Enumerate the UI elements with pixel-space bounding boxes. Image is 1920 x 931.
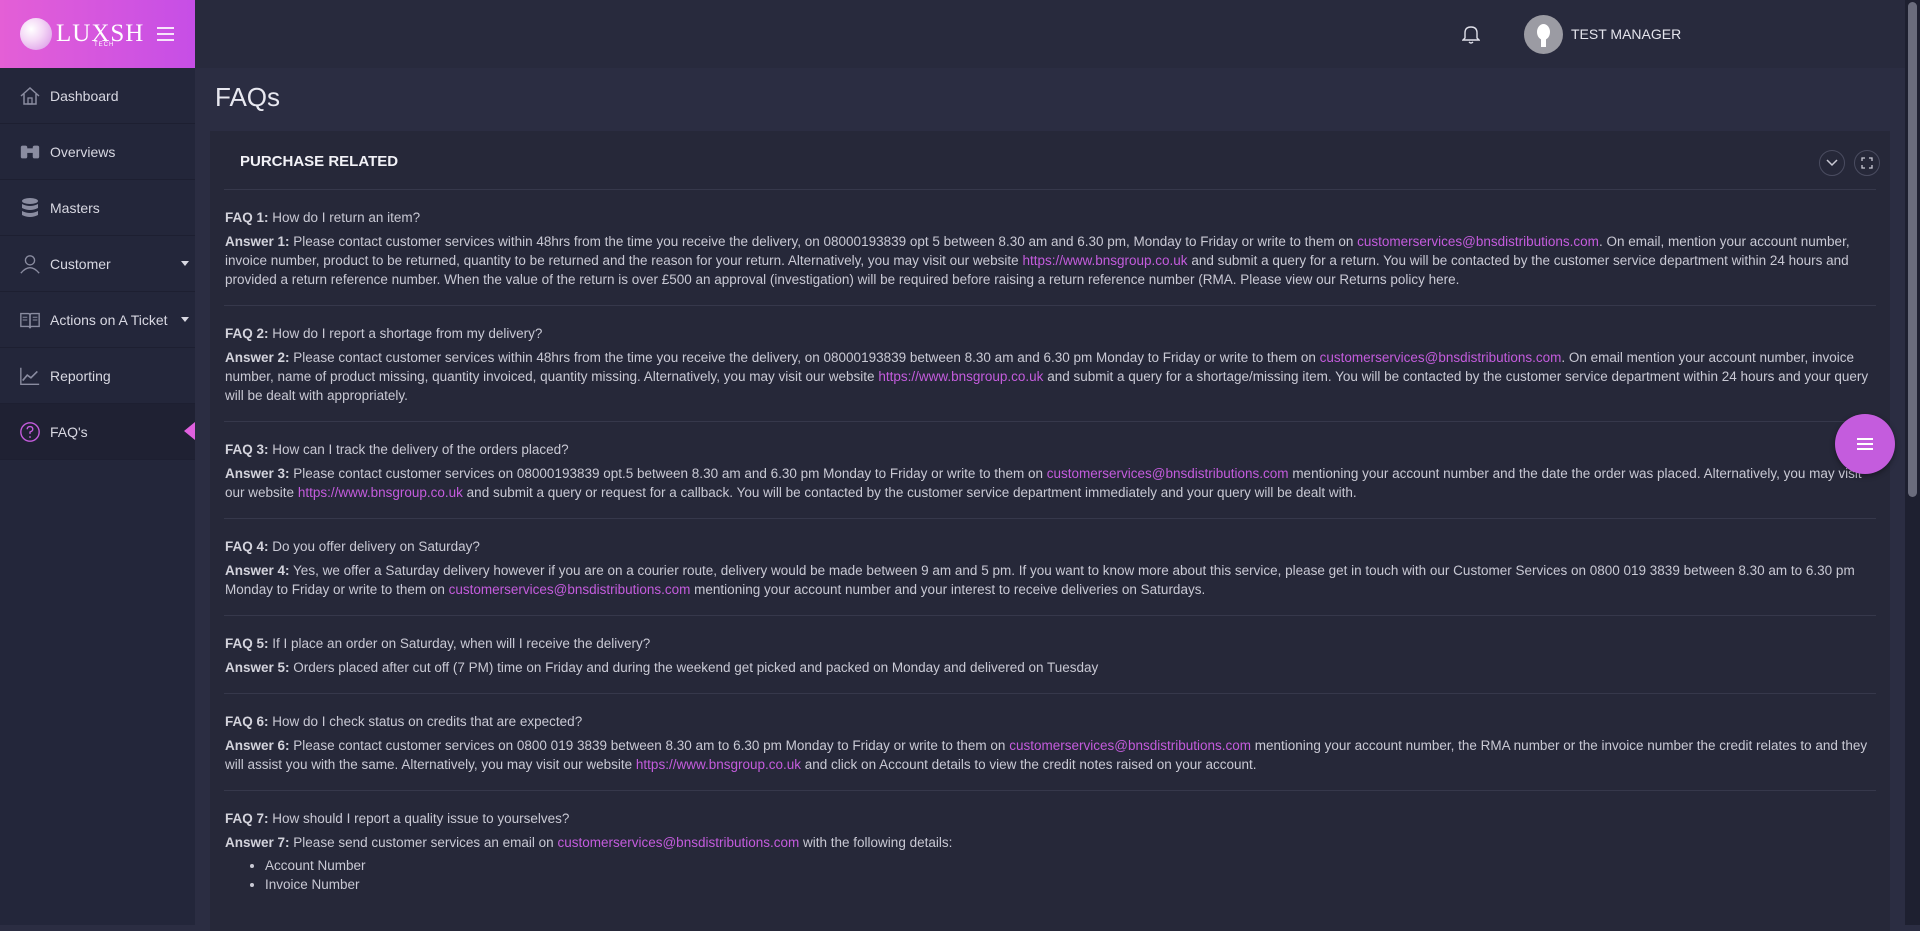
faq-question: How do I return an item? [272, 210, 421, 225]
faq-answer: Answer 1: Please contact customer servic… [225, 234, 1850, 287]
question-circle-icon [19, 421, 41, 443]
website-link[interactable]: https://www.bnsgroup.co.uk [1022, 253, 1187, 268]
sidebar-item-label: Overviews [50, 143, 116, 160]
list-item: Invoice Number [265, 875, 1875, 894]
home-icon [19, 85, 41, 107]
floating-menu-button[interactable] [1835, 414, 1895, 474]
faq-question: If I place an order on Saturday, when wi… [272, 636, 651, 651]
email-link[interactable]: customerservices@bnsdistributions.com [1357, 234, 1599, 249]
chevron-down-icon [181, 317, 189, 322]
scrollbar[interactable] [1905, 0, 1920, 925]
menu-icon [1857, 435, 1873, 453]
answer-label: Answer 5: [225, 660, 290, 675]
faq-label: FAQ 2: [225, 326, 269, 341]
fullscreen-button[interactable] [1854, 150, 1880, 176]
faq-label: FAQ 5: [225, 636, 269, 651]
website-link[interactable]: https://www.bnsgroup.co.uk [298, 485, 463, 500]
menu-toggle-icon[interactable] [157, 27, 174, 45]
answer-label: Answer 7: [225, 835, 290, 850]
faq-question: How do I report a shortage from my deliv… [272, 326, 543, 341]
sidebar: LUXSH TECH Dashboard Overviews Masters C… [0, 0, 195, 925]
sidebar-item-label: Customer [50, 255, 111, 272]
sidebar-item-label: Reporting [50, 367, 111, 384]
faq-answer: Answer 4: Yes, we offer a Saturday deliv… [225, 563, 1855, 597]
sidebar-item-label: Dashboard [50, 87, 119, 104]
answer-label: Answer 3: [225, 466, 290, 481]
binoculars-icon [19, 141, 41, 163]
faq-label: FAQ 3: [225, 442, 269, 457]
faq-answer: Answer 5: Orders placed after cut off (7… [225, 660, 1099, 675]
email-link[interactable]: customerservices@bnsdistributions.com [1009, 738, 1251, 753]
email-link[interactable]: customerservices@bnsdistributions.com [1047, 466, 1289, 481]
scrollbar-thumb[interactable] [1908, 2, 1917, 497]
sidebar-item-label: Actions on A Ticket [50, 311, 168, 328]
faq-question: How do I check status on credits that ar… [272, 714, 583, 729]
logo-subtext: TECH [94, 42, 115, 48]
answer-label: Answer 2: [225, 350, 290, 365]
email-link[interactable]: customerservices@bnsdistributions.com [1320, 350, 1562, 365]
faq-item: FAQ 1: How do I return an item? Answer 1… [224, 190, 1876, 306]
faq-answer: Answer 3: Please contact customer servic… [225, 466, 1862, 500]
sidebar-item-label: FAQ's [50, 423, 88, 440]
answer-label: Answer 6: [225, 738, 290, 753]
sidebar-item-customer[interactable]: Customer [0, 236, 195, 292]
faq-item: FAQ 3: How can I track the delivery of t… [224, 422, 1876, 519]
faq-item: FAQ 4: Do you offer delivery on Saturday… [224, 519, 1876, 616]
database-icon [19, 197, 41, 219]
faq-item: FAQ 2: How do I report a shortage from m… [224, 306, 1876, 422]
sidebar-item-label: Masters [50, 199, 100, 216]
detail-list: Account Number Invoice Number [225, 856, 1875, 894]
collapse-button[interactable] [1819, 150, 1845, 176]
logo-bar: LUXSH TECH [0, 0, 195, 68]
website-link[interactable]: https://www.bnsgroup.co.uk [878, 369, 1043, 384]
faq-card: PURCHASE RELATED FAQ 1: How do I return … [210, 131, 1890, 931]
answer-label: Answer 4: [225, 563, 290, 578]
faq-item: FAQ 5: If I place an order on Saturday, … [224, 616, 1876, 694]
sidebar-item-overviews[interactable]: Overviews [0, 124, 195, 180]
sidebar-item-actions-on-a-ticket[interactable]: Actions on A Ticket [0, 292, 195, 348]
faq-label: FAQ 1: [225, 210, 269, 225]
card-header: PURCHASE RELATED [224, 131, 1880, 190]
faq-answer: Answer 7: Please send customer services … [225, 835, 953, 850]
chevron-down-icon [181, 261, 189, 266]
email-link[interactable]: customerservices@bnsdistributions.com [449, 582, 691, 597]
sidebar-item-faqs[interactable]: FAQ's [0, 404, 195, 460]
faq-question: How should I report a quality issue to y… [272, 811, 570, 826]
faq-label: FAQ 4: [225, 539, 269, 554]
sidebar-item-dashboard[interactable]: Dashboard [0, 68, 195, 124]
faq-question: How can I track the delivery of the orde… [272, 442, 569, 457]
page-title: FAQs [215, 82, 281, 112]
book-icon [19, 309, 41, 331]
chevron-down-icon [1826, 159, 1838, 167]
faq-answer: Answer 6: Please contact customer servic… [225, 738, 1868, 772]
faq-item: FAQ 7: How should I report a quality iss… [224, 791, 1876, 910]
bell-icon[interactable] [1461, 24, 1481, 49]
user-icon [19, 253, 41, 275]
active-indicator [184, 422, 195, 440]
faq-item: FAQ 6: How do I check status on credits … [224, 694, 1876, 791]
answer-label: Answer 1: [225, 234, 290, 249]
faq-label: FAQ 7: [225, 811, 269, 826]
list-item: Account Number [265, 856, 1875, 875]
sidebar-item-reporting[interactable]: Reporting [0, 348, 195, 404]
faq-question: Do you offer delivery on Saturday? [272, 539, 480, 554]
faq-label: FAQ 6: [225, 714, 269, 729]
avatar[interactable] [1524, 15, 1563, 54]
chart-line-icon [19, 365, 41, 387]
user-name[interactable]: TEST MANAGER [1571, 26, 1681, 42]
faq-answer: Answer 2: Please contact customer servic… [225, 350, 1869, 403]
website-link[interactable]: https://www.bnsgroup.co.uk [636, 757, 801, 772]
card-title: PURCHASE RELATED [240, 153, 399, 170]
logo-icon [20, 18, 52, 50]
email-link[interactable]: customerservices@bnsdistributions.com [557, 835, 799, 850]
expand-icon [1861, 157, 1873, 169]
sidebar-item-masters[interactable]: Masters [0, 180, 195, 236]
